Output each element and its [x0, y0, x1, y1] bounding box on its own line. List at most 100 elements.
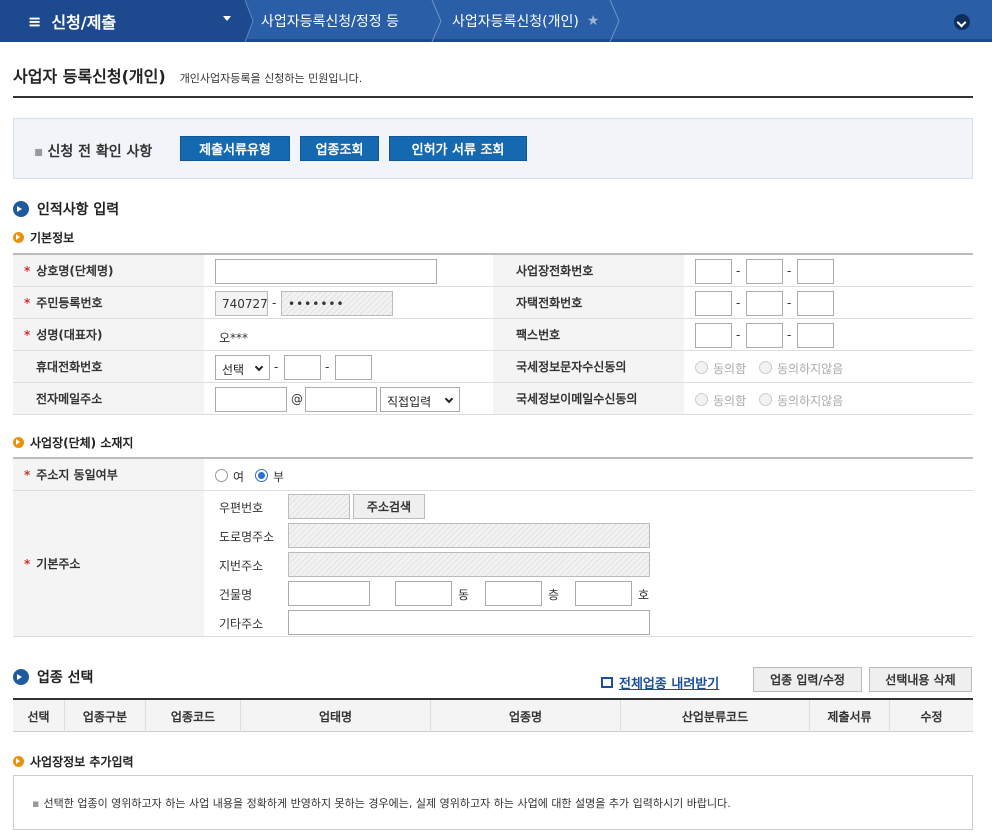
- hamburger-icon: ≡: [28, 11, 42, 31]
- home-phone-1-input[interactable]: [695, 291, 732, 316]
- additional-info-heading: 사업장정보 추가입력: [13, 753, 134, 770]
- chevron-down-icon: [254, 362, 264, 372]
- dash: -: [787, 296, 792, 310]
- column-header: 업종명: [431, 700, 621, 732]
- road-address-label: 도로명주소: [219, 530, 275, 544]
- ho-label: 호: [638, 588, 650, 602]
- email-agree-radio: [695, 393, 708, 406]
- arrow-circle-icon: [13, 669, 29, 685]
- basic-info-heading: 기본정보: [13, 229, 74, 246]
- fax-3-input[interactable]: [797, 323, 834, 348]
- basic-info-table: * 상호명(단체명) 사업장전화번호 - - * 주민등록번호 740727 - •…: [13, 253, 973, 415]
- email-domain-input[interactable]: [305, 387, 377, 412]
- field-label: 사업장전화번호: [493, 255, 684, 286]
- table-row: * 기본주소 우편번호 주소검색 도로명주소 지번주소 건물명 동 층 호 기타주…: [13, 491, 973, 637]
- column-header: 제출서류: [810, 700, 890, 732]
- dash: -: [736, 264, 741, 278]
- building-name-input[interactable]: [288, 581, 370, 606]
- radio-label: 동의함: [713, 362, 747, 376]
- industry-edit-button[interactable]: 업종 입력/수정: [753, 667, 862, 692]
- pre-check-label: ▪ 신청 전 확인 사항: [34, 144, 153, 160]
- arrow-circle-icon: [13, 232, 24, 243]
- expand-menu-icon[interactable]: [954, 14, 970, 30]
- field-label: 국세정보문자수신동의: [493, 351, 684, 382]
- dong-label: 동: [458, 588, 470, 602]
- representative-name-value: 오***: [219, 331, 249, 345]
- mobile-2-input[interactable]: [284, 355, 321, 380]
- email-at-symbol: @: [291, 392, 303, 406]
- location-heading: 사업장(단체) 소재지: [13, 434, 133, 451]
- email-id-input[interactable]: [215, 387, 287, 412]
- radio-label: 동의하지않음: [777, 362, 844, 376]
- additional-info-note: ▪ 선택한 업종이 영위하고자 하는 사업 내용을 정확하게 반영하지 못하는 경…: [13, 775, 973, 830]
- resident-no-front-input: 740727: [215, 291, 268, 316]
- breadcrumb-label: 사업자등록신청/정정 등: [261, 14, 399, 30]
- breadcrumb-separator-icon: [245, 0, 254, 42]
- lot-address-input: [288, 552, 650, 577]
- field-label: * 주소지 동일여부: [13, 459, 204, 490]
- field-label: * 성명(대표자): [13, 319, 204, 350]
- chevron-down-icon: [223, 16, 231, 21]
- permit-document-lookup-button[interactable]: 인허가 서류 조회: [389, 136, 527, 161]
- breadcrumb-item-registration[interactable]: 사업자등록신청/정정 등: [261, 0, 399, 42]
- lot-address-label: 지번주소: [219, 559, 264, 573]
- biz-phone-1-input[interactable]: [695, 259, 732, 284]
- biz-phone-2-input[interactable]: [746, 259, 783, 284]
- dong-input[interactable]: [395, 581, 452, 606]
- note-text: ▪ 선택한 업종이 영위하고자 하는 사업 내용을 정확하게 반영하지 못하는 경…: [32, 797, 731, 810]
- field-label: * 상호명(단체명): [13, 255, 204, 286]
- column-header: 업종코드: [146, 700, 241, 732]
- main-menu-button[interactable]: ≡ 신청/제출: [0, 0, 245, 42]
- dash: -: [736, 296, 741, 310]
- mobile-3-input[interactable]: [335, 355, 372, 380]
- biz-phone-3-input[interactable]: [797, 259, 834, 284]
- radio-label: 동의함: [713, 394, 747, 408]
- breadcrumb-separator-icon: [431, 0, 442, 42]
- building-label: 건물명: [219, 588, 253, 602]
- other-address-input[interactable]: [288, 610, 650, 635]
- email-domain-select[interactable]: 직접입력: [380, 387, 460, 412]
- zip-label: 우편번호: [219, 501, 264, 515]
- page-header: 사업자 등록신청(개인) 개인사업자등록을 신청하는 민원입니다.: [13, 63, 362, 87]
- company-name-input[interactable]: [215, 259, 437, 284]
- star-icon[interactable]: ★: [587, 13, 600, 29]
- breadcrumb-label: 사업자등록신청(개인): [452, 14, 579, 30]
- field-label: 전자메일주소: [13, 383, 204, 414]
- table-row: 휴대전화번호 선택 - - 국세정보문자수신동의 동의함 동의하지않음: [13, 351, 973, 383]
- ho-input[interactable]: [575, 581, 632, 606]
- radio-label: 동의하지않음: [777, 394, 844, 408]
- delete-selected-button[interactable]: 선택내용 삭제: [869, 667, 972, 692]
- field-label: 팩스번호: [493, 319, 684, 350]
- field-label: * 주민등록번호: [13, 287, 204, 318]
- column-header: 업종구분: [65, 700, 146, 732]
- column-header: 선택: [13, 700, 65, 732]
- floor-input[interactable]: [485, 581, 542, 606]
- address-search-button[interactable]: 주소검색: [353, 494, 425, 519]
- table-row: * 상호명(단체명) 사업장전화번호 - -: [13, 255, 973, 287]
- dash: -: [272, 296, 277, 310]
- field-label: 휴대전화번호: [13, 351, 204, 382]
- fax-1-input[interactable]: [695, 323, 732, 348]
- download-all-industries-link[interactable]: 전체업종 내려받기: [601, 673, 719, 692]
- industry-lookup-button[interactable]: 업종조회: [300, 136, 379, 161]
- dash: -: [787, 264, 792, 278]
- mobile-prefix-select[interactable]: 선택: [215, 355, 270, 380]
- document-type-button[interactable]: 제출서류유형: [180, 136, 290, 161]
- dash: -: [274, 360, 279, 374]
- table-row: * 주민등록번호 740727 - ••••••• 자택전화번호 - -: [13, 287, 973, 319]
- same-address-no-radio[interactable]: [255, 469, 268, 482]
- email-disagree-radio: [759, 393, 772, 406]
- home-phone-2-input[interactable]: [746, 291, 783, 316]
- column-header: 수정: [920, 709, 943, 724]
- arrow-circle-icon: [13, 201, 29, 217]
- breadcrumb-separator-icon: [609, 0, 620, 42]
- home-phone-3-input[interactable]: [797, 291, 834, 316]
- page-description: 개인사업자등록을 신청하는 민원입니다.: [179, 72, 363, 85]
- fax-2-input[interactable]: [746, 323, 783, 348]
- table-row: * 성명(대표자) 오*** 팩스번호 - -: [13, 319, 973, 351]
- dash: -: [736, 328, 741, 342]
- breadcrumb-item-current[interactable]: 사업자등록신청(개인) ★: [452, 0, 599, 42]
- radio-label: 여: [233, 470, 245, 484]
- same-address-yes-radio[interactable]: [215, 469, 228, 482]
- page-title: 사업자 등록신청(개인): [13, 67, 166, 86]
